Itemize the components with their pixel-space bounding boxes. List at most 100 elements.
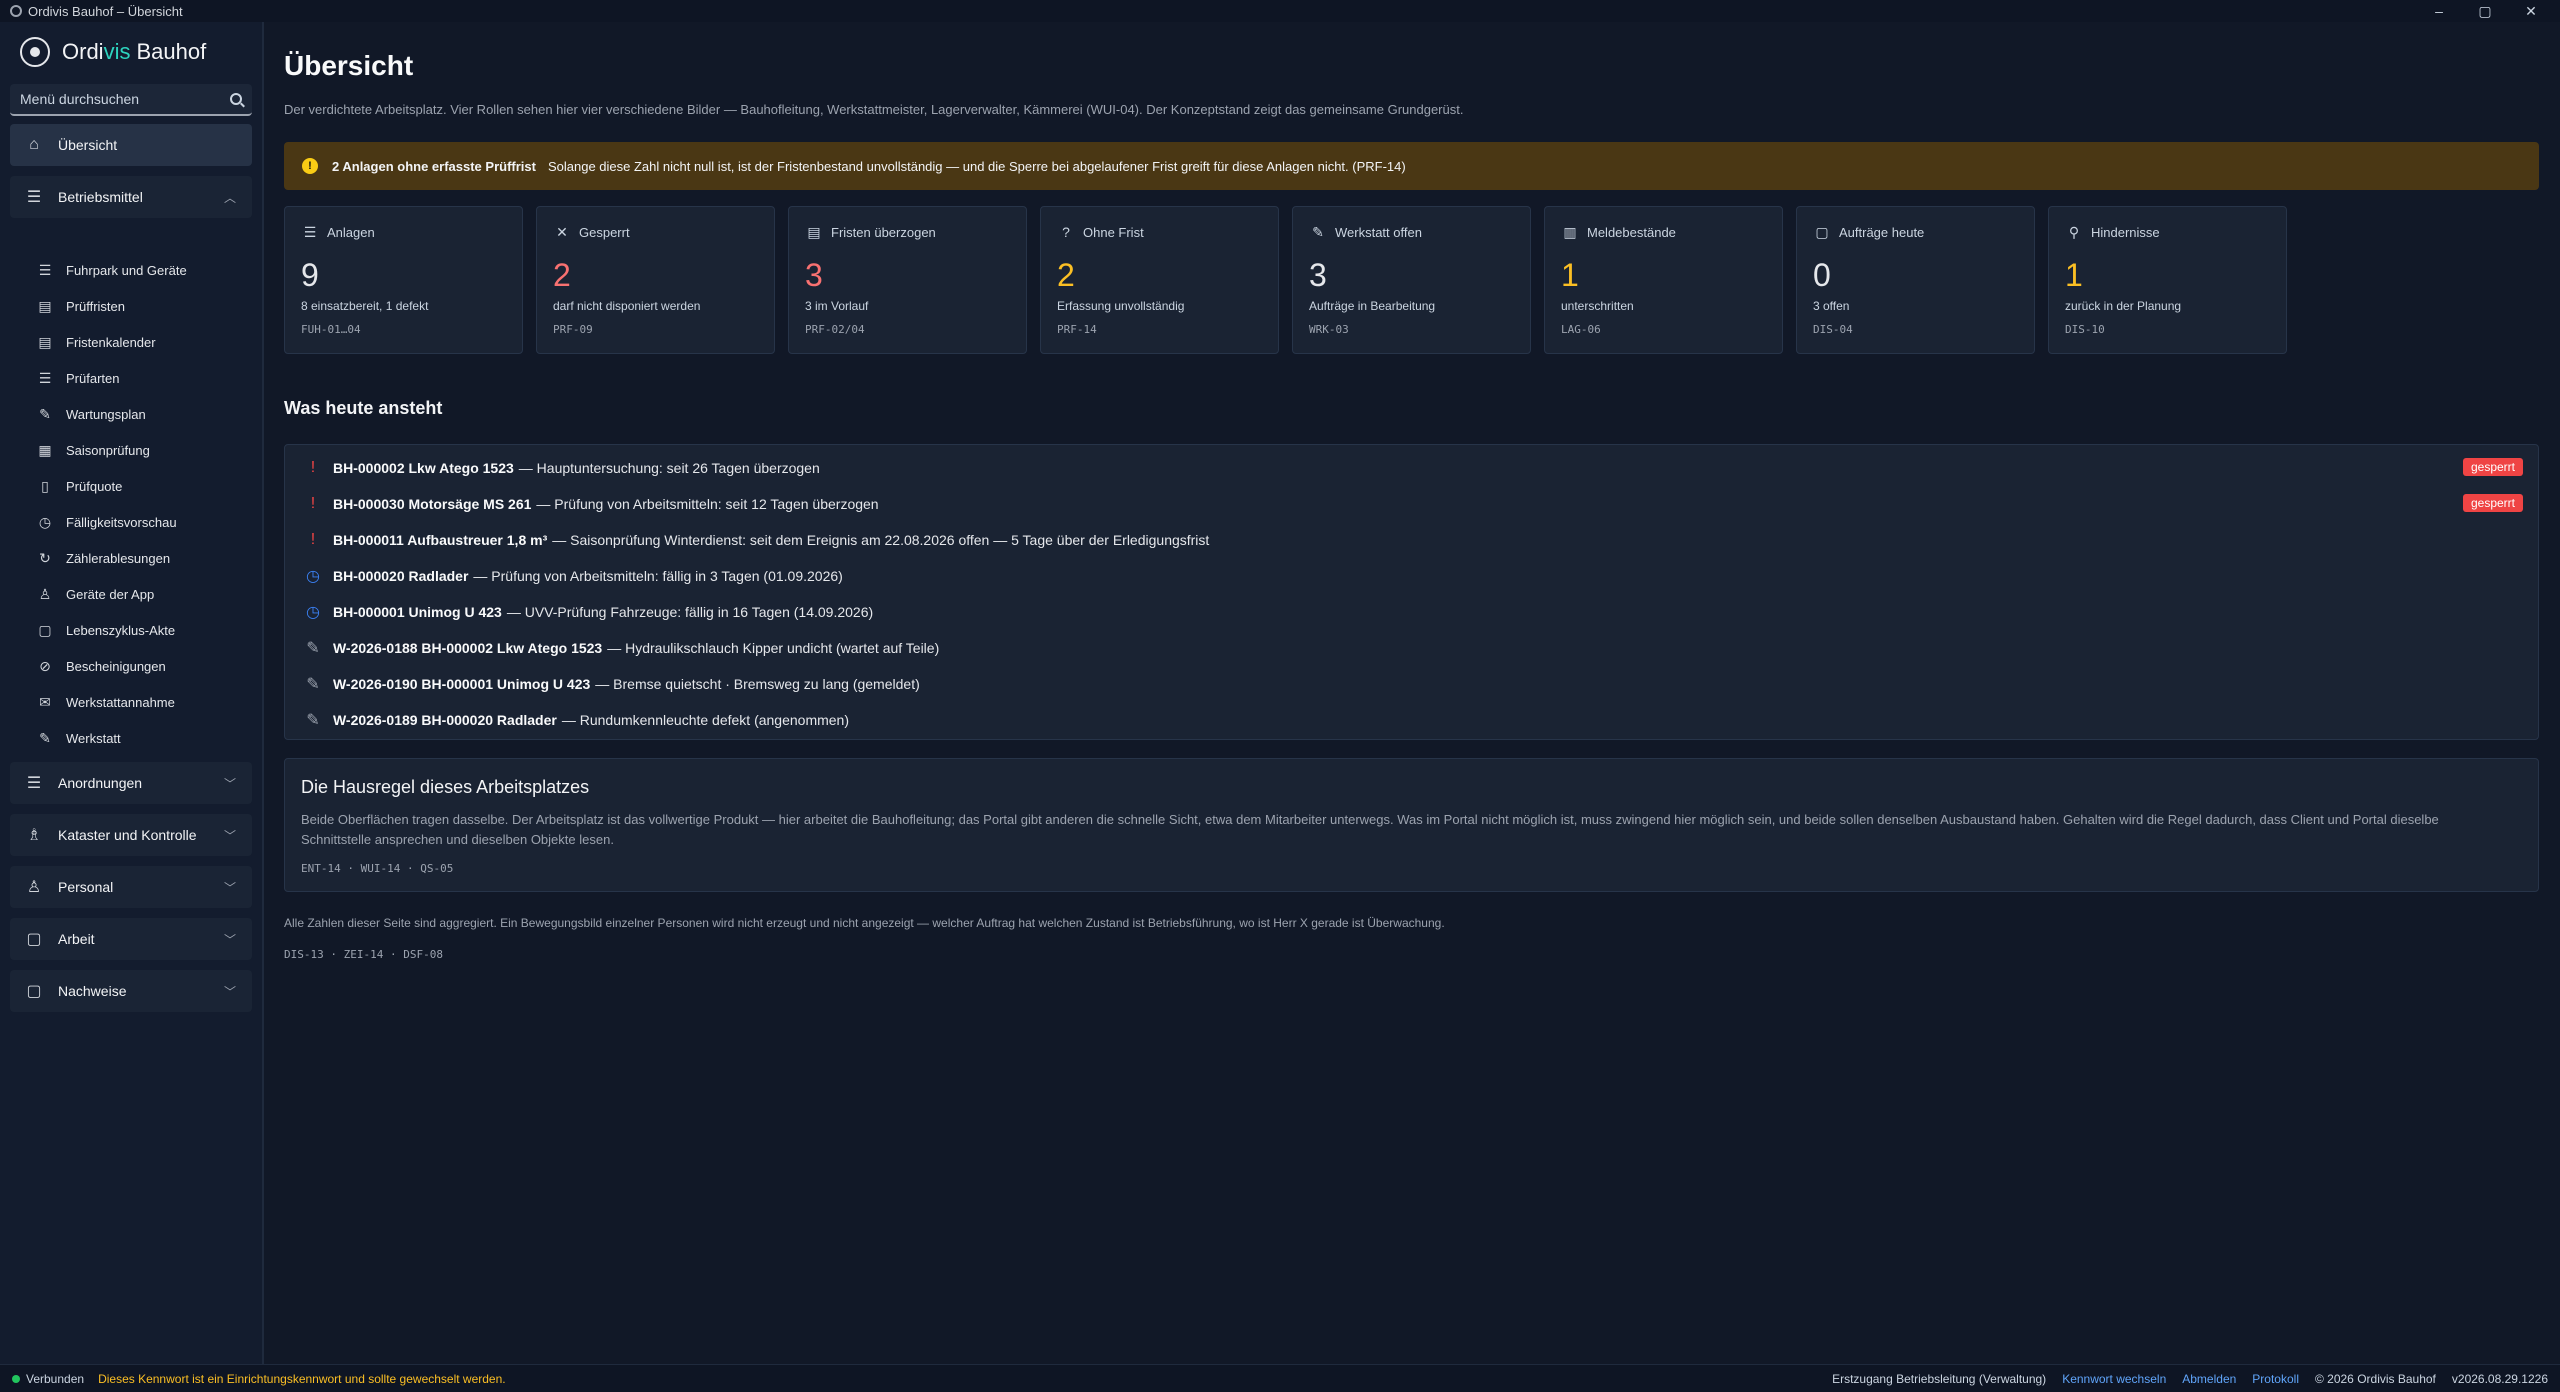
nav-group-label: Betriebsmittel: [58, 189, 143, 205]
sidebar-item-faelligkeitsvorschau[interactable]: ◷ Fälligkeitsvorschau: [36, 504, 252, 540]
document-icon: ▢: [1815, 223, 1829, 240]
kpi-card-auftraege-heute[interactable]: ▢ Aufträge heute 0 3 offen DIS-04: [1796, 206, 2035, 354]
status-bar-right: Erstzugang Betriebsleitung (Verwaltung) …: [1816, 1372, 2548, 1386]
list-item[interactable]: ◷ BH-000001 Unimog U 423— UVV-Prüfung Fa…: [303, 594, 2523, 630]
kpi-description: Erfassung unvollständig: [1057, 299, 1185, 313]
kpi-code: FUH-01…04: [301, 323, 361, 336]
list-icon: ☰: [38, 261, 52, 278]
current-user: Erstzugang Betriebsleitung (Verwaltung): [1832, 1371, 2047, 1386]
chevron-down-icon: ﹀: [223, 880, 236, 895]
nav-group-label: Arbeit: [58, 931, 95, 947]
kpi-card-meldebestaende[interactable]: ▥ Meldebestände 1 unterschritten LAG-06: [1544, 206, 1783, 354]
sidebar-item-lebenszyklus-akte[interactable]: ▢ Lebenszyklus-Akte: [36, 612, 252, 648]
list-item[interactable]: ◷ BH-000020 Radlader — Prüfung von Arbeit…: [303, 558, 2523, 594]
kpi-card-anlagen[interactable]: ☰ Anlagen 9 8 einsatzbereit, 1 defekt FUH…: [284, 206, 523, 354]
close-button[interactable]: ✕: [2508, 0, 2554, 22]
list-item[interactable]: ! BH-000002 Lkw Atego 1523— Hauptuntersu…: [303, 450, 2523, 486]
question-icon: ?: [1062, 224, 1070, 240]
logout-link[interactable]: Abmelden: [2182, 1372, 2236, 1386]
kpi-label: Aufträge heute: [1839, 224, 1925, 240]
kpi-label: Werkstatt offen: [1335, 224, 1422, 240]
list-icon: ☰: [303, 223, 317, 240]
exclamation-icon: !: [310, 495, 316, 512]
missing-deadline-warning: ! 2 Anlagen ohne erfasste Prüffrist Sola…: [284, 142, 2539, 190]
sidebar-item-wartungsplan[interactable]: ✎ Wartungsplan: [36, 396, 252, 432]
list-icon: ☰: [38, 369, 52, 386]
wrench-icon: ✎: [306, 640, 320, 657]
nav-group-anordnungen[interactable]: ☰ Anordnungen ﹀: [10, 762, 252, 804]
list-item[interactable]: ✎ W-2026-0188 BH-000002 Lkw Atego 1523— …: [303, 630, 2523, 666]
privacy-note: Alle Zahlen dieser Seite sind aggregiert…: [284, 916, 1445, 930]
search-placeholder: Menü durchsuchen: [20, 91, 140, 107]
kpi-card-ohne-frist[interactable]: ? Ohne Frist 2 Erfassung unvollständig PR…: [1040, 206, 1279, 354]
status-badge: gesperrt: [2462, 494, 2523, 512]
calendar-icon: ▤: [38, 297, 52, 314]
clock-icon: ◷: [306, 568, 320, 585]
sidebar-item-bescheinigungen[interactable]: ⊘ Bescheinigungen: [36, 648, 252, 684]
list-item[interactable]: ✎ W-2026-0189 BH-000020 Radlader — Rundum…: [303, 702, 2523, 738]
nav-group-arbeit[interactable]: ▢ Arbeit ﹀: [10, 918, 252, 960]
wrench-icon: ✎: [1312, 223, 1324, 240]
kpi-description: 8 einsatzbereit, 1 defekt: [301, 299, 429, 313]
kpi-card-fristen-ueberzogen[interactable]: ▤ Fristen überzogen 3 3 im Vorlauf PRF-02…: [788, 206, 1027, 354]
minimize-button[interactable]: –: [2416, 0, 2462, 22]
brand[interactable]: Ordivis Bauhof: [20, 36, 206, 68]
version: v2026.08.29.1226: [2451, 1371, 2548, 1386]
chevron-down-icon: ﹀: [223, 776, 236, 791]
kpi-value: 3: [1309, 257, 1327, 293]
list-item[interactable]: ! BH-000011 Aufbaustreuer 1,8 m³ — Saison…: [303, 522, 2523, 558]
list-item[interactable]: ! BH-000030 Motorsäge MS 261— Prüfung vo…: [303, 486, 2523, 522]
house-rule-title: Die Hausregel dieses Arbeitsplatzes: [301, 777, 590, 797]
change-password-link[interactable]: Kennwort wechseln: [2062, 1372, 2166, 1386]
list-icon: ☰: [26, 189, 42, 206]
sidebar-item-zaehlerablesungen[interactable]: ↻ Zählerablesungen: [36, 540, 252, 576]
nav-group-kataster[interactable]: ♗ Kataster und Kontrolle ﹀: [10, 814, 252, 856]
kpi-label: Ohne Frist: [1083, 224, 1144, 240]
exclamation-icon: !: [310, 459, 316, 476]
document-icon: ▢: [26, 983, 42, 1000]
kpi-label: Hindernisse: [2091, 224, 2160, 240]
kpi-value: 0: [1813, 257, 1831, 293]
nav-group-label: Nachweise: [58, 983, 127, 999]
nav-item-uebersicht[interactable]: ⌂ Übersicht: [10, 124, 252, 166]
kpi-card-werkstatt-offen[interactable]: ✎ Werkstatt offen 3 Aufträge in Bearbeitu…: [1292, 206, 1531, 354]
nav-group-nachweise[interactable]: ▢ Nachweise ﹀: [10, 970, 252, 1012]
sidebar-item-geraete-der-app[interactable]: ♙ Geräte der App: [36, 576, 252, 612]
house-rule-panel: Die Hausregel dieses Arbeitsplatzes Beid…: [284, 758, 2539, 892]
nav-group-label: Kataster und Kontrolle: [58, 827, 197, 843]
list-icon: ☰: [26, 775, 42, 792]
kpi-card-gesperrt[interactable]: ✕ Gesperrt 2 darf nicht disponiert werden…: [536, 206, 775, 354]
window-controls: – ▢ ✕: [2416, 0, 2554, 22]
kpi-card-hindernisse[interactable]: ⚲ Hindernisse 1 zurück in der Planung DIS…: [2048, 206, 2287, 354]
sidebar-item-fuhrpark[interactable]: ☰ Fuhrpark und Geräte: [36, 252, 252, 288]
protocol-link[interactable]: Protokoll: [2252, 1372, 2299, 1386]
x-icon: ✕: [556, 223, 568, 240]
password-warning: Dieses Kennwort ist ein Einrichtungskenn…: [98, 1371, 506, 1386]
exclamation-icon: !: [310, 531, 316, 548]
list-item[interactable]: ✎ W-2026-0190 BH-000001 Unimog U 423— Br…: [303, 666, 2523, 702]
maximize-button[interactable]: ▢: [2462, 0, 2508, 22]
sidebar-item-werkstattannahme[interactable]: ✉ Werkstattannahme: [36, 684, 252, 720]
nav-group-label: Anordnungen: [58, 775, 143, 791]
mail-icon: ✉: [39, 693, 51, 710]
connection-status-icon: [12, 1374, 20, 1383]
kpi-description: 3 im Vorlauf: [805, 299, 869, 313]
sidebar-item-pruefquote[interactable]: ▯ Prüfquote: [36, 468, 252, 504]
nav-group-personal[interactable]: ♙ Personal ﹀: [10, 866, 252, 908]
inspector-icon: ♗: [26, 827, 42, 844]
nav-item-label: Übersicht: [58, 137, 118, 153]
sidebar: Ordivis Bauhof Menü durchsuchen ⌂ Übersic…: [0, 22, 264, 1364]
window-title: Ordivis Bauhof – Übersicht: [28, 3, 183, 19]
warning-text: Solange diese Zahl nicht null ist, ist d…: [547, 158, 1406, 174]
nav-group-betriebsmittel[interactable]: ☰ Betriebsmittel ︿: [10, 176, 252, 218]
section-title-due: Was heute ansteht: [284, 398, 443, 418]
sidebar-item-prueffristen[interactable]: ▤ Prüffristen: [36, 288, 252, 324]
menu-search-input[interactable]: Menü durchsuchen: [10, 84, 252, 116]
calendar-icon: ▤: [38, 333, 52, 350]
sidebar-item-saisonpruefung[interactable]: ▦ Saisonprüfung: [36, 432, 252, 468]
sidebar-item-werkstatt[interactable]: ✎ Werkstatt: [36, 720, 252, 756]
warning-icon: !: [302, 158, 318, 174]
sidebar-item-fristenkalender[interactable]: ▤ Fristenkalender: [36, 324, 252, 360]
sidebar-item-pruefarten[interactable]: ☰ Prüfarten: [36, 360, 252, 396]
kpi-value: 3: [805, 257, 823, 293]
